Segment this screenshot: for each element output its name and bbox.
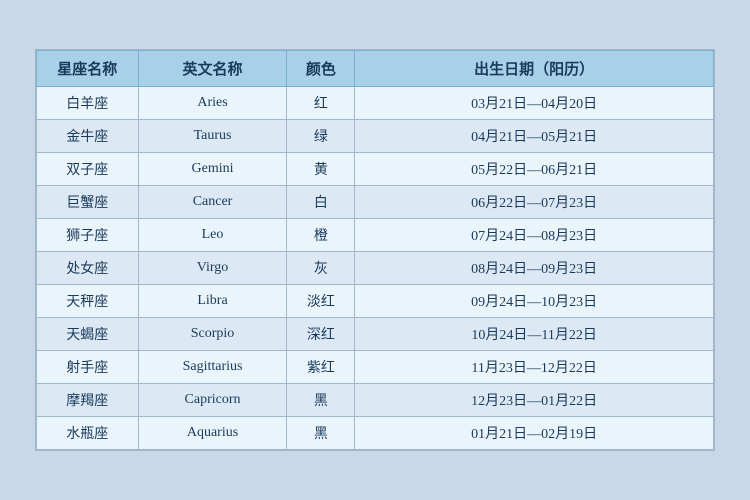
table-row: 摩羯座Capricorn黑12月23日—01月22日: [37, 384, 714, 417]
cell-color: 黄: [287, 153, 355, 186]
cell-en-name: Gemini: [138, 153, 287, 186]
cell-zh-name: 巨蟹座: [37, 186, 139, 219]
table-row: 巨蟹座Cancer白06月22日—07月23日: [37, 186, 714, 219]
cell-en-name: Libra: [138, 285, 287, 318]
cell-zh-name: 天蝎座: [37, 318, 139, 351]
table-row: 射手座Sagittarius紫红11月23日—12月22日: [37, 351, 714, 384]
cell-zh-name: 金牛座: [37, 120, 139, 153]
cell-zh-name: 水瓶座: [37, 417, 139, 450]
cell-en-name: Aries: [138, 87, 287, 120]
table-row: 金牛座Taurus绿04月21日—05月21日: [37, 120, 714, 153]
cell-en-name: Cancer: [138, 186, 287, 219]
table-header-row: 星座名称 英文名称 颜色 出生日期（阳历）: [37, 51, 714, 87]
cell-color: 灰: [287, 252, 355, 285]
cell-en-name: Capricorn: [138, 384, 287, 417]
cell-en-name: Leo: [138, 219, 287, 252]
cell-date: 05月22日—06月21日: [355, 153, 714, 186]
cell-zh-name: 双子座: [37, 153, 139, 186]
cell-color: 紫红: [287, 351, 355, 384]
cell-color: 淡红: [287, 285, 355, 318]
cell-en-name: Aquarius: [138, 417, 287, 450]
table-row: 水瓶座Aquarius黑01月21日—02月19日: [37, 417, 714, 450]
table-row: 处女座Virgo灰08月24日—09月23日: [37, 252, 714, 285]
cell-date: 06月22日—07月23日: [355, 186, 714, 219]
cell-color: 深红: [287, 318, 355, 351]
header-en-name: 英文名称: [138, 51, 287, 87]
cell-date: 10月24日—11月22日: [355, 318, 714, 351]
cell-color: 橙: [287, 219, 355, 252]
cell-zh-name: 白羊座: [37, 87, 139, 120]
table-row: 天蝎座Scorpio深红10月24日—11月22日: [37, 318, 714, 351]
cell-color: 黑: [287, 417, 355, 450]
cell-date: 08月24日—09月23日: [355, 252, 714, 285]
cell-en-name: Scorpio: [138, 318, 287, 351]
cell-color: 绿: [287, 120, 355, 153]
table-row: 双子座Gemini黄05月22日—06月21日: [37, 153, 714, 186]
cell-date: 09月24日—10月23日: [355, 285, 714, 318]
cell-zh-name: 狮子座: [37, 219, 139, 252]
cell-date: 11月23日—12月22日: [355, 351, 714, 384]
table-row: 天秤座Libra淡红09月24日—10月23日: [37, 285, 714, 318]
cell-date: 07月24日—08月23日: [355, 219, 714, 252]
cell-color: 白: [287, 186, 355, 219]
header-zh-name: 星座名称: [37, 51, 139, 87]
cell-en-name: Taurus: [138, 120, 287, 153]
cell-date: 04月21日—05月21日: [355, 120, 714, 153]
cell-en-name: Virgo: [138, 252, 287, 285]
zodiac-table-container: 星座名称 英文名称 颜色 出生日期（阳历） 白羊座Aries红03月21日—04…: [35, 49, 715, 451]
cell-date: 01月21日—02月19日: [355, 417, 714, 450]
cell-zh-name: 射手座: [37, 351, 139, 384]
cell-zh-name: 摩羯座: [37, 384, 139, 417]
cell-date: 03月21日—04月20日: [355, 87, 714, 120]
table-row: 狮子座Leo橙07月24日—08月23日: [37, 219, 714, 252]
cell-date: 12月23日—01月22日: [355, 384, 714, 417]
header-date: 出生日期（阳历）: [355, 51, 714, 87]
cell-en-name: Sagittarius: [138, 351, 287, 384]
table-row: 白羊座Aries红03月21日—04月20日: [37, 87, 714, 120]
cell-color: 红: [287, 87, 355, 120]
zodiac-table: 星座名称 英文名称 颜色 出生日期（阳历） 白羊座Aries红03月21日—04…: [36, 50, 714, 450]
header-color: 颜色: [287, 51, 355, 87]
cell-zh-name: 天秤座: [37, 285, 139, 318]
cell-color: 黑: [287, 384, 355, 417]
cell-zh-name: 处女座: [37, 252, 139, 285]
